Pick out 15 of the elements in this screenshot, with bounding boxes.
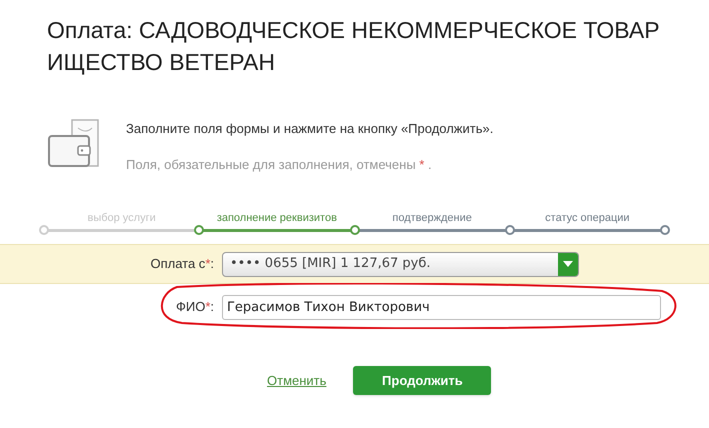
cancel-link[interactable]: Отменить <box>267 370 326 390</box>
step-label: выбор услуги <box>86 211 157 226</box>
full-name-field[interactable]: Герасимов Тихон Викторович <box>222 294 661 320</box>
page-title: Оплата: САДОВОДЧЕСКОЕ НЕКОММЕРЧЕСКОЕ ТОВАР ИЩЕСТВО ВЕТЕРАН <box>47 16 661 77</box>
required-note: Поля, обязательные для заполнения, отмечены * . <box>126 156 433 174</box>
instruction-text: Заполните поля формы и нажмите на кнопку «Продолжить». <box>126 120 494 138</box>
wallet-icon <box>48 118 100 170</box>
step-label: статус операции <box>544 211 631 226</box>
step-label: заполнение реквизитов <box>216 211 338 226</box>
continue-button[interactable]: Продолжить <box>353 366 492 395</box>
card-select[interactable]: •••• 0655 [MIR] 1 127,67 руб. <box>222 252 579 276</box>
dropdown-icon[interactable] <box>558 252 578 276</box>
field-label: Оплата с*: <box>149 255 215 274</box>
field-label: ФИО*: <box>174 298 215 316</box>
step-label: подтверждение <box>391 211 473 226</box>
